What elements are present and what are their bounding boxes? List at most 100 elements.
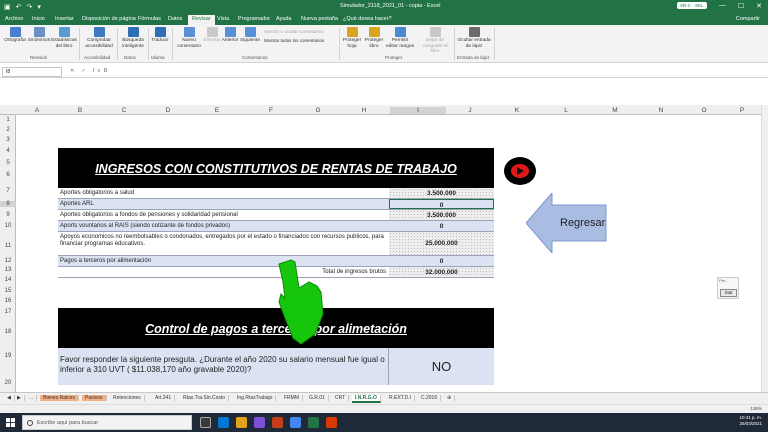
column-header[interactable]: E [190, 107, 244, 114]
tab-inicio[interactable]: Inicio [32, 16, 45, 22]
play-macro-button[interactable] [504, 157, 536, 185]
show-hide-comments[interactable]: Mostrar u ocultar comentarios [264, 29, 324, 34]
row-header[interactable]: 6 [0, 172, 16, 178]
formula-input[interactable]: 0 [104, 68, 107, 74]
column-header[interactable]: O [684, 107, 724, 114]
formula-icons[interactable]: ✕ ✓ fx [70, 68, 103, 74]
answer-value[interactable]: NO [389, 359, 494, 374]
vertical-scrollbar[interactable] [761, 105, 768, 392]
sheet-tab-retenciones[interactable]: Retenciones [110, 395, 145, 401]
new-comment-button[interactable]: Nuevo comentario [175, 27, 203, 49]
row-header[interactable]: 10 [0, 223, 16, 229]
sheet-tab-bienes-raices[interactable]: Bienes.Raices [40, 395, 79, 401]
tab-programador[interactable]: Programador [238, 16, 270, 22]
selected-cell-I8[interactable]: 0 [389, 199, 494, 209]
file-explorer-icon[interactable] [236, 417, 247, 428]
sheet-tab-art241[interactable]: Art.241 [152, 395, 176, 401]
maximize-button[interactable]: ☐ [738, 2, 744, 10]
hide-ink-button[interactable]: Ocultar entrada de lápiz [457, 27, 491, 49]
sheet-tab-crt[interactable]: CRT [332, 395, 350, 401]
excel-icon[interactable] [308, 417, 319, 428]
zoom-level[interactable]: 136% [750, 406, 762, 411]
sheet-tab-rext[interactable]: R.EXT.D.I [386, 395, 415, 401]
chrome-icon[interactable] [290, 417, 301, 428]
redo-icon[interactable]: ↷ [27, 3, 33, 11]
column-header[interactable]: G [298, 107, 338, 114]
column-header[interactable]: N [638, 107, 684, 114]
row-header[interactable]: 16 [0, 298, 16, 304]
tab-nueva-pestana[interactable]: Nueva pestaña [301, 16, 338, 22]
unshare-workbook-button[interactable]: Dejar de compartir el libro [418, 27, 452, 55]
row-header[interactable]: 13 [0, 267, 16, 273]
smart-lookup-button[interactable]: Búsqueda inteligente [120, 27, 146, 49]
app-icon[interactable] [326, 417, 337, 428]
column-header[interactable]: H [338, 107, 390, 114]
sheet-tab-rtas-tra[interactable]: Rtas.Tra.Sin.Costo [180, 395, 230, 401]
column-header[interactable]: M [592, 107, 638, 114]
tab-vista[interactable]: Vista [217, 16, 229, 22]
workbook-stats-button[interactable]: Estadísticas del libro [51, 27, 77, 49]
column-header[interactable]: L [540, 107, 592, 114]
table-row[interactable]: Aportes obligatorios a salud 3.500.000 [58, 188, 494, 199]
tab-revisar[interactable]: Revisar [188, 15, 215, 25]
sheet-tab-ing-rtas[interactable]: Ing.RtasTrabajo [234, 395, 277, 401]
row-header[interactable]: 7 [0, 188, 16, 194]
show-all-comments[interactable]: Mostrar todos los comentarios [264, 38, 324, 43]
sheet-tab-gr01[interactable]: G.R.01 [306, 395, 329, 401]
row-header[interactable]: 9 [0, 212, 16, 218]
tab-formulas[interactable]: Fórmulas [138, 16, 161, 22]
sheet-nav-next[interactable]: ▶ [14, 395, 25, 401]
row-header[interactable]: 11 [0, 243, 16, 249]
row-header[interactable]: 4 [0, 148, 16, 154]
tab-datos[interactable]: Datos [168, 16, 182, 22]
delete-comment-button[interactable]: Eliminar [203, 27, 221, 44]
sheet-tab-c2016[interactable]: C.2016 [418, 395, 442, 401]
minimize-button[interactable]: — [719, 2, 726, 10]
thesaurus-button[interactable]: Sinónimos [28, 27, 50, 44]
row-header[interactable]: 15 [0, 288, 16, 294]
row-header[interactable]: 18 [0, 329, 16, 335]
share-button[interactable]: Compartir [736, 16, 760, 22]
sheet-tab-pasivos[interactable]: Pasivos [82, 395, 107, 401]
column-header[interactable]: P [724, 107, 760, 114]
sheet-tab-inrgo[interactable]: I.N.R.G.O [352, 395, 381, 403]
column-header[interactable]: D [146, 107, 190, 114]
allow-edit-ranges-button[interactable]: Permitir editar rangos [386, 27, 414, 49]
tab-archivo[interactable]: Archivo [5, 16, 23, 22]
row-header[interactable]: 20 [0, 380, 16, 386]
column-header[interactable]: C [102, 107, 146, 114]
stat-button[interactable]: Stat [720, 289, 737, 297]
row-value[interactable]: 25.000.000 [389, 232, 494, 255]
onenote-icon[interactable] [254, 417, 265, 428]
edge-icon[interactable] [218, 417, 229, 428]
powerpoint-icon[interactable] [272, 417, 283, 428]
row-header[interactable]: 19 [0, 353, 16, 359]
previous-comment-button[interactable]: Anterior [221, 27, 239, 44]
row-value[interactable]: 3.500.000 [389, 188, 494, 198]
column-header[interactable]: B [58, 107, 102, 114]
row-value[interactable]: 0 [389, 256, 494, 266]
windows-start-icon[interactable] [6, 418, 15, 427]
row-header[interactable]: 2 [0, 127, 16, 133]
tell-me-search[interactable]: ¿Qué desea hacer? [343, 16, 392, 22]
system-tray-clock[interactable]: 10:41 p. m. 25/03/2021 [739, 415, 762, 427]
translate-button[interactable]: Traducir [151, 27, 169, 44]
save-icon[interactable]: ▣ [4, 3, 11, 11]
column-header[interactable]: A [16, 107, 58, 114]
undo-icon[interactable]: ↶ [16, 3, 22, 11]
regresar-button[interactable]: Regresar [525, 191, 608, 255]
protect-sheet-button[interactable]: Proteger hoja [342, 27, 362, 49]
worksheet-grid[interactable]: INGRESOS CON CONSTITUTIVOS DE RENTAS DE … [16, 115, 761, 392]
row-header-selected[interactable]: 8 [0, 201, 16, 207]
table-row[interactable]: Aportes obligatorios a fondos de pension… [58, 210, 494, 221]
account-badge[interactable]: SR-C - SKL [677, 2, 707, 9]
table-row[interactable]: Apoyos economicos no reembolsables o con… [58, 232, 494, 256]
row-value[interactable]: 0 [389, 221, 494, 231]
table-row[interactable]: Aports vountarios al RAIS (siendo cotiza… [58, 221, 494, 232]
row-header[interactable]: 14 [0, 277, 16, 283]
row-header[interactable]: 1 [0, 117, 16, 123]
sheet-more[interactable]: ... [26, 395, 38, 401]
sheet-tab-frmm[interactable]: FRMM [281, 395, 303, 401]
answer-cell[interactable]: NO [389, 348, 494, 385]
close-button[interactable]: ✕ [756, 2, 762, 10]
